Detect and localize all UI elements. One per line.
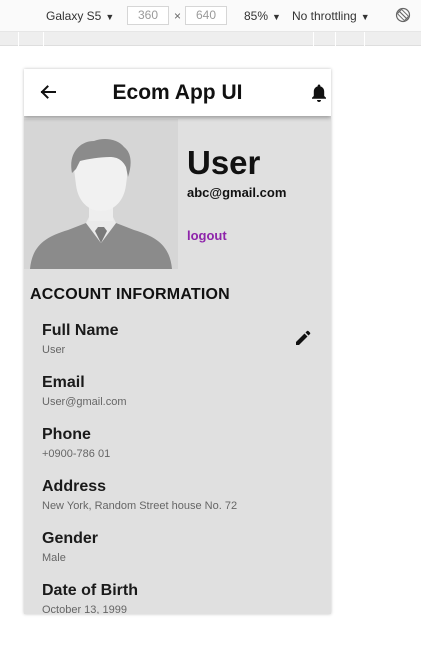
info-label: Email xyxy=(42,374,85,391)
media-query-ruler[interactable] xyxy=(0,32,421,46)
logout-link[interactable]: logout xyxy=(187,228,227,243)
throttle-caret-icon: ▼ xyxy=(360,12,370,22)
devtools-device-toolbar: Galaxy S5 ▼ 360 × 640 85% ▼ No throttling ▼ xyxy=(0,0,421,32)
info-label: Phone xyxy=(42,426,91,443)
zoom-caret-icon: ▼ xyxy=(272,12,281,22)
throttle-select[interactable]: No throttling ▼ xyxy=(292,9,370,23)
user-silhouette-icon xyxy=(24,119,178,269)
height-input[interactable]: 640 xyxy=(185,6,227,25)
throttle-value: No throttling xyxy=(292,9,357,23)
info-address: Address New York, Random Street house No… xyxy=(42,477,322,529)
ruler-tick xyxy=(18,32,19,46)
info-value: User@gmail.com xyxy=(42,396,127,408)
profile-avatar[interactable] xyxy=(24,119,178,269)
zoom-select[interactable]: 85% ▼ xyxy=(244,9,281,23)
info-value: User xyxy=(42,344,66,356)
info-phone: Phone +0900-786 01 xyxy=(42,425,322,477)
rotate-icon[interactable] xyxy=(395,7,411,23)
info-label: Address xyxy=(42,478,107,495)
info-value: New York, Random Street house No. 72 xyxy=(42,500,238,512)
bell-icon[interactable] xyxy=(310,83,328,103)
account-information-heading: ACCOUNT INFORMATION xyxy=(30,286,230,303)
account-info-list: Full Name User Email User@gmail.com Phon… xyxy=(42,321,322,614)
info-date-of-birth: Date of Birth October 13, 1999 xyxy=(42,581,322,614)
info-value: +0900-786 01 xyxy=(42,448,111,460)
info-label: Gender xyxy=(42,530,99,547)
info-label: Full Name xyxy=(42,322,119,339)
width-input[interactable]: 360 xyxy=(127,6,169,25)
ruler-tick xyxy=(364,32,365,46)
app-title: Ecom App UI xyxy=(112,81,243,104)
pencil-icon[interactable] xyxy=(294,329,312,347)
device-name: Galaxy S5 xyxy=(46,9,102,23)
info-email: Email User@gmail.com xyxy=(42,373,322,425)
dimension-separator: × xyxy=(174,9,182,23)
device-select[interactable]: Galaxy S5 ▼ xyxy=(46,9,114,23)
device-viewport: Ecom App UI User abc@gmail.com logout AC… xyxy=(24,69,331,614)
info-value: October 13, 1999 xyxy=(42,604,128,614)
app-bar: Ecom App UI xyxy=(24,69,331,116)
info-value: Male xyxy=(42,552,66,564)
ruler-tick xyxy=(313,32,314,46)
device-caret-icon: ▼ xyxy=(105,12,115,22)
zoom-value: 85% xyxy=(244,9,269,23)
ruler-tick xyxy=(43,32,44,46)
info-label: Date of Birth xyxy=(42,582,138,599)
info-gender: Gender Male xyxy=(42,529,322,581)
ruler-tick xyxy=(335,32,336,46)
user-name: User xyxy=(187,144,261,181)
user-email: abc@gmail.com xyxy=(187,185,287,200)
info-full-name: Full Name User xyxy=(42,321,322,373)
